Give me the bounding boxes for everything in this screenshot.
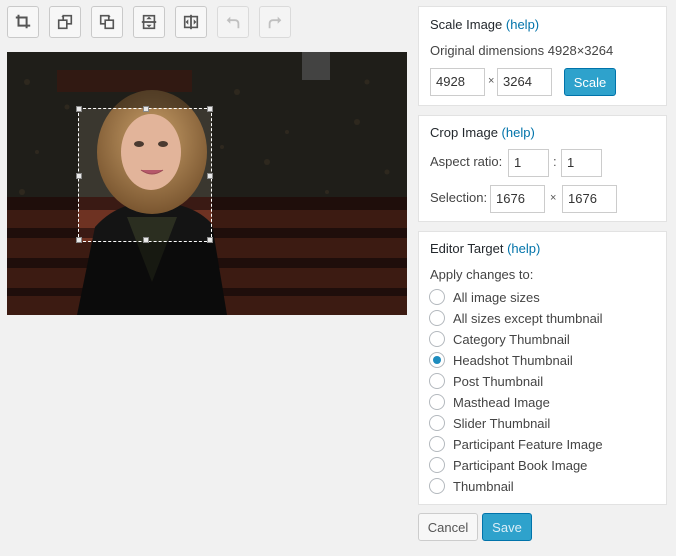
editor-target-panel: Editor Target (help) Apply changes to: A… [418, 231, 667, 505]
flip-horizontal-icon [183, 14, 199, 30]
target-option[interactable]: Thumbnail [429, 477, 514, 495]
scale-times-sign: × [488, 75, 495, 87]
selection-times-sign: × [550, 192, 557, 204]
redo-icon [268, 16, 282, 29]
scale-button[interactable]: Scale [564, 68, 616, 96]
cancel-button[interactable]: Cancel [418, 513, 478, 541]
target-option[interactable]: Participant Book Image [429, 456, 587, 474]
scale-image-heading: Scale Image (help) [430, 17, 539, 32]
undo-icon [226, 16, 240, 29]
radio-unselected[interactable] [429, 394, 445, 410]
crop-handle-nw[interactable] [76, 106, 82, 112]
target-help-link[interactable]: (help) [507, 241, 540, 256]
radio-unselected[interactable] [429, 289, 445, 305]
crop-handle-n[interactable] [143, 106, 149, 112]
crop-shade-left [7, 108, 78, 242]
scale-image-panel: Scale Image (help) Original dimensions 4… [418, 6, 667, 106]
scale-height-input[interactable]: 3264 [497, 68, 552, 96]
target-option[interactable]: Participant Feature Image [429, 435, 603, 453]
radio-selected[interactable] [429, 352, 445, 368]
radio-unselected[interactable] [429, 457, 445, 473]
crop-image-panel: Crop Image (help) Aspect ratio: 1 : 1 Se… [418, 115, 667, 222]
flip-vertical-icon [141, 14, 157, 30]
target-option[interactable]: All image sizes [429, 288, 540, 306]
radio-unselected[interactable] [429, 331, 445, 347]
target-option[interactable]: Slider Thumbnail [429, 414, 550, 432]
target-option[interactable]: Category Thumbnail [429, 330, 570, 348]
selection-width-input[interactable]: 1676 [490, 185, 545, 213]
target-option[interactable]: Headshot Thumbnail [429, 351, 573, 369]
crop-icon [15, 14, 31, 29]
crop-image-title: Crop Image [430, 125, 498, 140]
aspect-ratio-width-input[interactable]: 1 [508, 149, 549, 177]
aspect-ratio-height-input[interactable]: 1 [561, 149, 602, 177]
scale-image-title: Scale Image [430, 17, 503, 32]
aspect-ratio-label: Aspect ratio: [430, 154, 503, 169]
crop-handle-s[interactable] [143, 237, 149, 243]
target-option-label: Category Thumbnail [453, 331, 570, 347]
save-button[interactable]: Save [482, 513, 532, 541]
target-option-label: Post Thumbnail [453, 373, 544, 389]
target-option-label: All sizes except thumbnail [453, 310, 603, 326]
radio-unselected[interactable] [429, 415, 445, 431]
aspect-ratio-colon: : [553, 154, 557, 169]
target-option-label: Participant Book Image [453, 457, 588, 473]
image-preview[interactable] [7, 52, 407, 315]
crop-handle-ne[interactable] [207, 106, 213, 112]
target-option[interactable]: Masthead Image [429, 393, 550, 411]
rotate-left-icon [57, 14, 73, 30]
target-option-label: Participant Feature Image [453, 436, 603, 452]
flip-vertical-button[interactable] [133, 6, 165, 38]
target-option[interactable]: All sizes except thumbnail [429, 309, 603, 327]
crop-image-heading: Crop Image (help) [430, 125, 535, 140]
crop-handle-sw[interactable] [76, 237, 82, 243]
crop-help-link[interactable]: (help) [502, 125, 535, 140]
rotate-left-button[interactable] [49, 6, 81, 38]
radio-unselected[interactable] [429, 436, 445, 452]
crop-shade-right [212, 108, 407, 242]
radio-unselected[interactable] [429, 373, 445, 389]
target-option-label: All image sizes [453, 289, 540, 305]
crop-selection[interactable] [76, 106, 213, 243]
scale-width-input[interactable]: 4928 [430, 68, 485, 96]
target-option-label: Slider Thumbnail [453, 415, 551, 431]
original-dimensions: Original dimensions 4928×3264 [430, 43, 614, 58]
crop-shade-top [7, 52, 407, 108]
target-option[interactable]: Post Thumbnail [429, 372, 543, 390]
radio-dot [433, 356, 441, 364]
undo-button[interactable] [217, 6, 249, 38]
radio-unselected[interactable] [429, 478, 445, 494]
crop-button[interactable] [7, 6, 39, 38]
crop-handle-e[interactable] [207, 173, 213, 179]
target-option-label: Headshot Thumbnail [453, 352, 573, 368]
selection-height-input[interactable]: 1676 [562, 185, 617, 213]
crop-shade-bottom [7, 242, 407, 315]
rotate-right-icon [99, 14, 115, 30]
selection-label: Selection: [430, 190, 488, 205]
flip-horizontal-button[interactable] [175, 6, 207, 38]
radio-unselected[interactable] [429, 310, 445, 326]
redo-button[interactable] [259, 6, 291, 38]
target-option-label: Thumbnail [453, 478, 514, 494]
editor-target-title: Editor Target [430, 241, 504, 256]
crop-handle-se[interactable] [207, 237, 213, 243]
target-option-label: Masthead Image [453, 394, 550, 410]
rotate-right-button[interactable] [91, 6, 123, 38]
crop-handle-w[interactable] [76, 173, 82, 179]
apply-changes-label: Apply changes to: [430, 267, 534, 282]
editor-target-heading: Editor Target (help) [430, 241, 540, 256]
scale-help-link[interactable]: (help) [506, 17, 539, 32]
